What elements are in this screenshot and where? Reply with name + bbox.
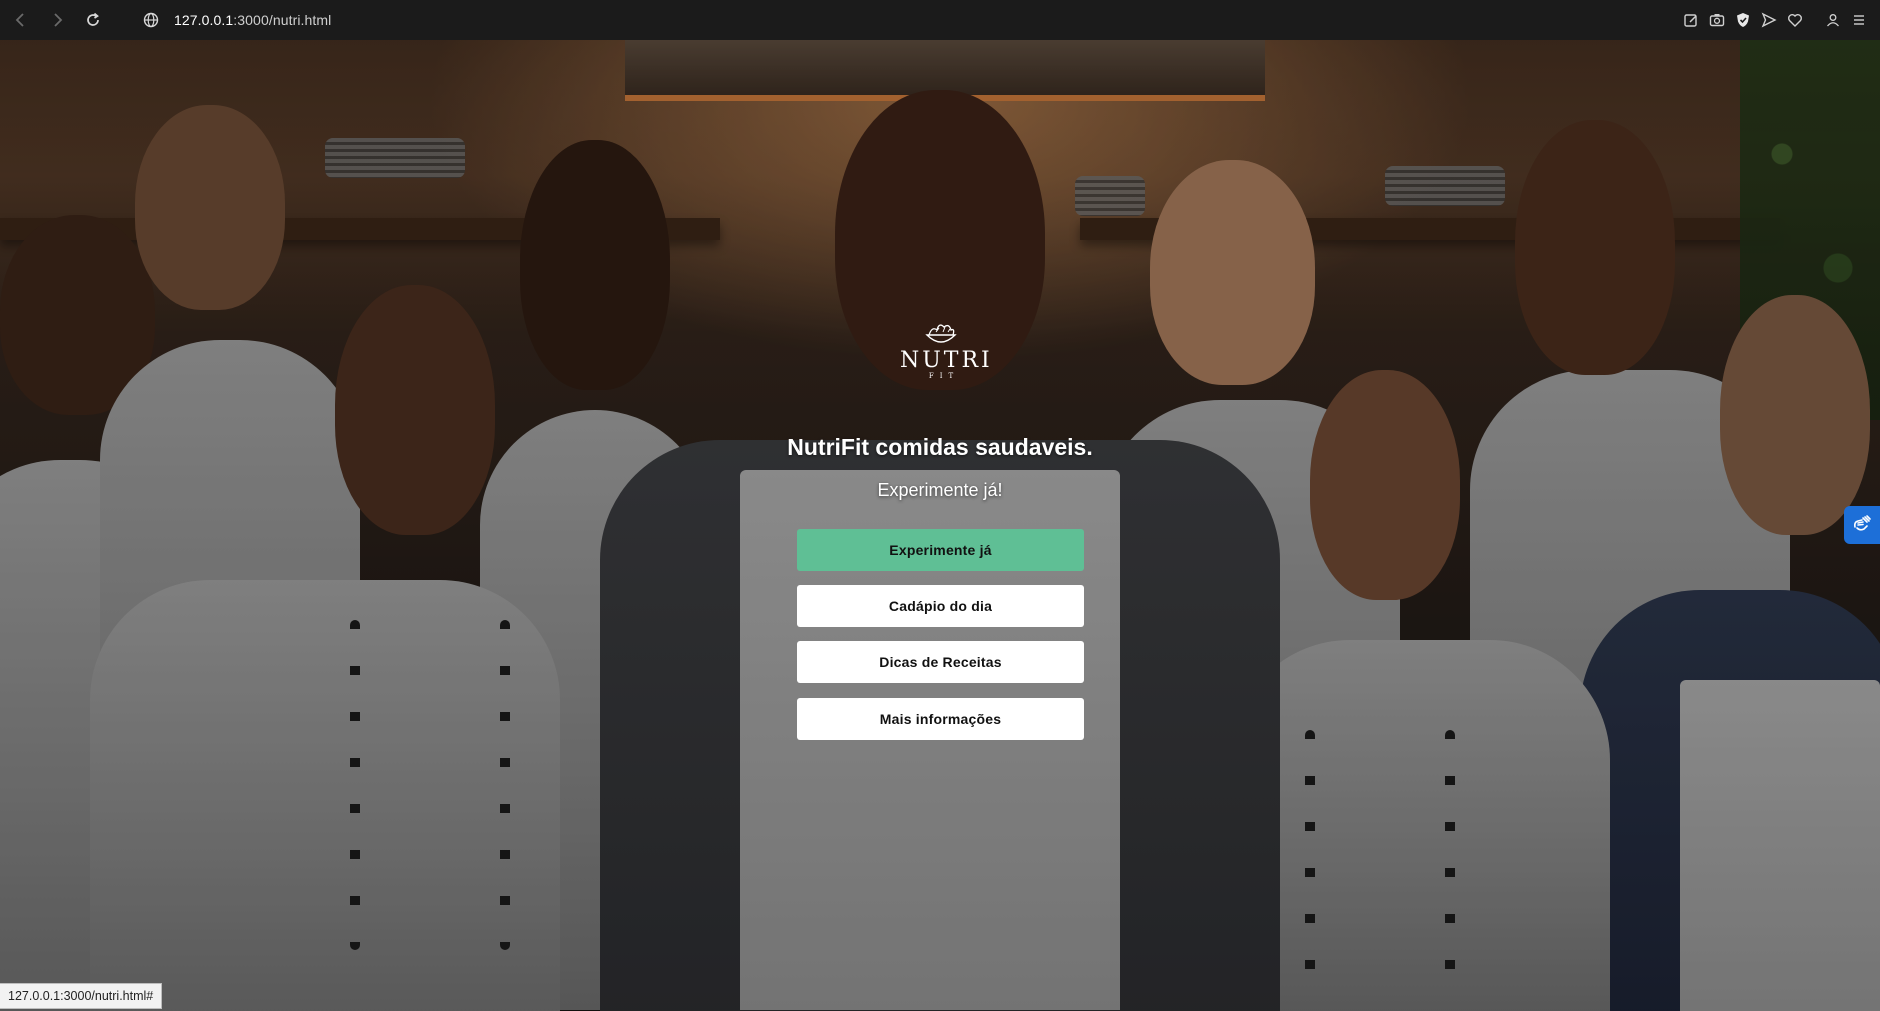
logo-subtext: FIT bbox=[928, 372, 960, 380]
profile-button[interactable] bbox=[1820, 5, 1846, 35]
shield-icon bbox=[1737, 13, 1749, 27]
send-icon bbox=[1761, 12, 1777, 28]
toolbar-right-icons bbox=[1678, 5, 1872, 35]
forward-button[interactable] bbox=[42, 5, 72, 35]
logo-wordmark: NUTRI bbox=[900, 348, 993, 373]
send-button[interactable] bbox=[1756, 5, 1782, 35]
forward-icon bbox=[54, 13, 63, 27]
favorite-icon bbox=[1788, 14, 1802, 27]
profile-icon bbox=[1827, 14, 1839, 27]
nav-buttons bbox=[6, 5, 108, 35]
url-path: :3000/nutri.html bbox=[233, 12, 332, 28]
globe-icon bbox=[143, 12, 159, 28]
page-viewport: NUTRI FIT NutriFit comidas saudaveis. Ex… bbox=[0, 40, 1880, 1011]
shield-button[interactable] bbox=[1730, 5, 1756, 35]
edit-page-icon bbox=[1684, 14, 1697, 27]
screenshot-icon bbox=[1709, 14, 1725, 27]
accessibility-widget-button[interactable] bbox=[1844, 506, 1880, 544]
sign-language-icon bbox=[1854, 515, 1871, 531]
receitas-button[interactable]: Dicas de Receitas bbox=[797, 641, 1084, 683]
reload-button[interactable] bbox=[78, 5, 108, 35]
mais-info-button[interactable]: Mais informações bbox=[797, 698, 1084, 740]
back-button[interactable] bbox=[6, 5, 36, 35]
edit-page-button[interactable] bbox=[1678, 5, 1704, 35]
screenshot-button[interactable] bbox=[1704, 5, 1730, 35]
cardapio-button[interactable]: Cadápio do dia bbox=[797, 585, 1084, 627]
experimente-button[interactable]: Experimente já bbox=[797, 529, 1084, 571]
hero-section: NUTRI FIT NutriFit comidas saudaveis. Ex… bbox=[0, 40, 1880, 1011]
favorite-button[interactable] bbox=[1782, 5, 1808, 35]
browser-toolbar: 127.0.0.1:3000/nutri.html bbox=[0, 0, 1880, 40]
site-info-button[interactable] bbox=[136, 5, 166, 35]
salad-bowl-icon bbox=[925, 324, 957, 343]
hero-title: NutriFit comidas saudaveis. bbox=[787, 434, 1093, 460]
back-icon bbox=[15, 13, 24, 27]
nutrifit-logo: NUTRI FIT bbox=[900, 318, 993, 380]
hero-subtitle: Experimente já! bbox=[877, 480, 1003, 500]
url-host: 127.0.0.1 bbox=[174, 12, 234, 28]
reload-icon bbox=[87, 12, 99, 26]
menu-button[interactable] bbox=[1846, 5, 1872, 35]
address-bar[interactable]: 127.0.0.1:3000/nutri.html bbox=[174, 12, 331, 28]
menu-icon bbox=[1854, 15, 1864, 25]
status-bar: 127.0.0.1:3000/nutri.html# bbox=[0, 983, 163, 1009]
